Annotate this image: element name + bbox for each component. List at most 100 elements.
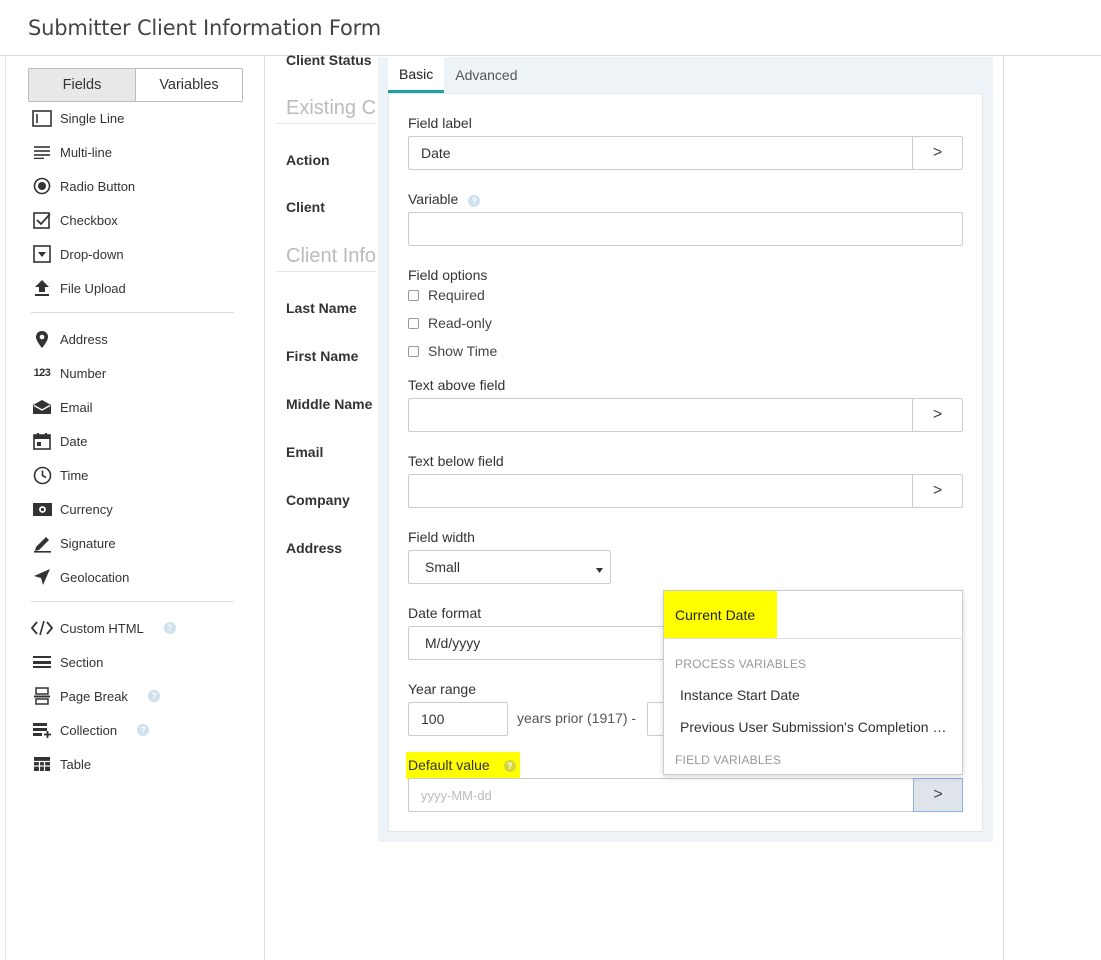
dropdown-item-instance-start-date[interactable]: Instance Start Date xyxy=(680,687,952,703)
help-icon[interactable]: ? xyxy=(147,690,160,702)
multi-line-icon xyxy=(31,142,53,162)
canvas-label-action[interactable]: Action xyxy=(286,152,330,168)
variable-input[interactable] xyxy=(408,212,963,246)
field-width-select[interactable]: Small xyxy=(408,550,611,584)
palette-item-label: Address xyxy=(60,331,108,347)
palette-item-date[interactable]: Date xyxy=(31,430,87,452)
palette-item-label: Section xyxy=(60,654,104,670)
palette-item-label: Radio Button xyxy=(60,178,136,194)
tab-advanced[interactable]: Advanced xyxy=(444,57,528,93)
palette-item-section[interactable]: Section xyxy=(31,651,103,673)
text-below-input[interactable]: > xyxy=(408,474,963,508)
show-time-checkbox-row[interactable]: Show Time xyxy=(408,343,497,359)
page-break-icon xyxy=(31,686,53,706)
radio-button-icon xyxy=(31,176,53,196)
canvas-label-first-name[interactable]: First Name xyxy=(286,348,358,364)
palette-item-label: Checkbox xyxy=(60,212,118,228)
canvas-label-client-status[interactable]: Client Status xyxy=(286,52,372,68)
required-checkbox[interactable] xyxy=(408,289,419,301)
palette-item-multi-line[interactable]: Multi-line xyxy=(31,141,112,163)
text-above-expand-button[interactable]: > xyxy=(912,399,962,431)
palette-item-label: Signature xyxy=(60,535,116,551)
palette-item-dropdown[interactable]: Drop-down xyxy=(31,243,124,265)
palette-item-label: File Upload xyxy=(60,280,126,296)
palette-item-collection[interactable]: Collection ? xyxy=(31,719,150,741)
read-only-checkbox-row[interactable]: Read-only xyxy=(408,315,492,331)
palette-item-geolocation[interactable]: Geolocation xyxy=(31,566,129,588)
read-only-checkbox[interactable] xyxy=(408,317,419,329)
canvas-label-client[interactable]: Client xyxy=(286,199,325,215)
field-label-value: Date xyxy=(421,145,451,161)
palette-item-single-line[interactable]: Single Line xyxy=(31,107,124,129)
canvas-label-email[interactable]: Email xyxy=(286,444,323,460)
dropdown-divider xyxy=(664,638,962,639)
palette-item-email[interactable]: Email xyxy=(31,396,93,418)
palette-item-number[interactable]: 123 Number xyxy=(31,362,107,384)
palette-item-radio-button[interactable]: Radio Button xyxy=(31,175,135,197)
banknote-icon xyxy=(31,499,53,519)
calendar-icon xyxy=(31,431,53,451)
text-above-input[interactable]: > xyxy=(408,398,963,432)
palette-item-currency[interactable]: Currency xyxy=(31,498,113,520)
variable-label: Variable ? xyxy=(408,191,481,207)
palette-item-label: Single Line xyxy=(60,110,125,126)
year-range-label: Year range xyxy=(408,681,476,697)
year-range-prior-input[interactable]: 100 xyxy=(408,702,508,736)
default-value-placeholder: yyyy-MM-dd xyxy=(421,787,492,803)
palette-item-table[interactable]: Table xyxy=(31,753,91,775)
page-title: Submitter Client Information Form xyxy=(28,16,381,40)
tab-variables[interactable]: Variables xyxy=(136,69,242,101)
field-label-label: Field label xyxy=(408,115,472,131)
help-icon[interactable]: ? xyxy=(163,622,176,634)
left-edge xyxy=(0,56,6,960)
palette-item-checkbox[interactable]: Checkbox xyxy=(31,209,118,231)
show-time-checkbox[interactable] xyxy=(408,345,419,357)
default-value-input[interactable]: yyyy-MM-dd > xyxy=(408,778,963,812)
text-above-label: Text above field xyxy=(408,377,506,393)
canvas-section-client-info[interactable]: Client Info xyxy=(286,245,376,268)
canvas-label-company[interactable]: Company xyxy=(286,492,350,508)
help-icon[interactable]: ? xyxy=(503,760,516,772)
tab-fields[interactable]: Fields xyxy=(29,69,136,101)
palette-tabs: Fields Variables xyxy=(28,68,243,102)
upload-icon xyxy=(31,278,53,298)
tab-basic[interactable]: Basic xyxy=(388,57,445,93)
palette-item-label: Date xyxy=(60,433,88,449)
field-label-input[interactable]: Date > xyxy=(408,136,963,170)
palette-item-label: Table xyxy=(60,756,92,772)
palette-item-file-upload[interactable]: File Upload xyxy=(31,277,126,299)
date-format-value: M/d/yyyy xyxy=(425,635,481,651)
canvas-label-middle-name[interactable]: Middle Name xyxy=(286,396,372,412)
help-icon[interactable]: ? xyxy=(468,195,481,207)
field-options-label: Field options xyxy=(408,267,488,283)
dropdown-item-current-date[interactable]: Current Date xyxy=(664,591,777,638)
field-label-expand-button[interactable]: > xyxy=(912,137,962,169)
field-width-value: Small xyxy=(425,559,461,575)
palette-item-page-break[interactable]: Page Break ? xyxy=(31,685,160,707)
single-line-icon xyxy=(31,108,53,128)
number-icon: 123 xyxy=(33,367,51,379)
palette-divider xyxy=(31,312,234,313)
canvas-label-last-name[interactable]: Last Name xyxy=(286,300,357,316)
default-value-variable-button[interactable]: > xyxy=(913,778,963,812)
pen-icon xyxy=(31,533,53,553)
date-format-label: Date format xyxy=(408,605,482,621)
palette-item-address[interactable]: Address xyxy=(31,328,108,350)
palette-item-label: Page Break xyxy=(60,688,128,704)
map-pin-icon xyxy=(31,329,53,349)
palette-item-custom-html[interactable]: Custom HTML ? xyxy=(31,617,176,639)
palette-item-signature[interactable]: Signature xyxy=(31,532,116,554)
text-below-expand-button[interactable]: > xyxy=(912,475,962,507)
properties-tabs: Basic Advanced xyxy=(388,57,983,93)
palette-item-time[interactable]: Time xyxy=(31,464,88,486)
canvas-label-address[interactable]: Address xyxy=(286,540,342,556)
collection-icon xyxy=(31,720,53,740)
top-bar: Submitter Client Information Form xyxy=(0,0,1101,56)
text-below-label: Text below field xyxy=(408,453,504,469)
code-icon xyxy=(31,618,53,638)
help-icon[interactable]: ? xyxy=(137,724,150,736)
required-checkbox-row[interactable]: Required xyxy=(408,287,485,303)
canvas-section-existing-client[interactable]: Existing Client xyxy=(286,97,376,120)
dropdown-item-previous-submission[interactable]: Previous User Submission's Completion Da… xyxy=(680,719,952,735)
dropdown-header-field-variables: FIELD VARIABLES xyxy=(675,753,782,767)
